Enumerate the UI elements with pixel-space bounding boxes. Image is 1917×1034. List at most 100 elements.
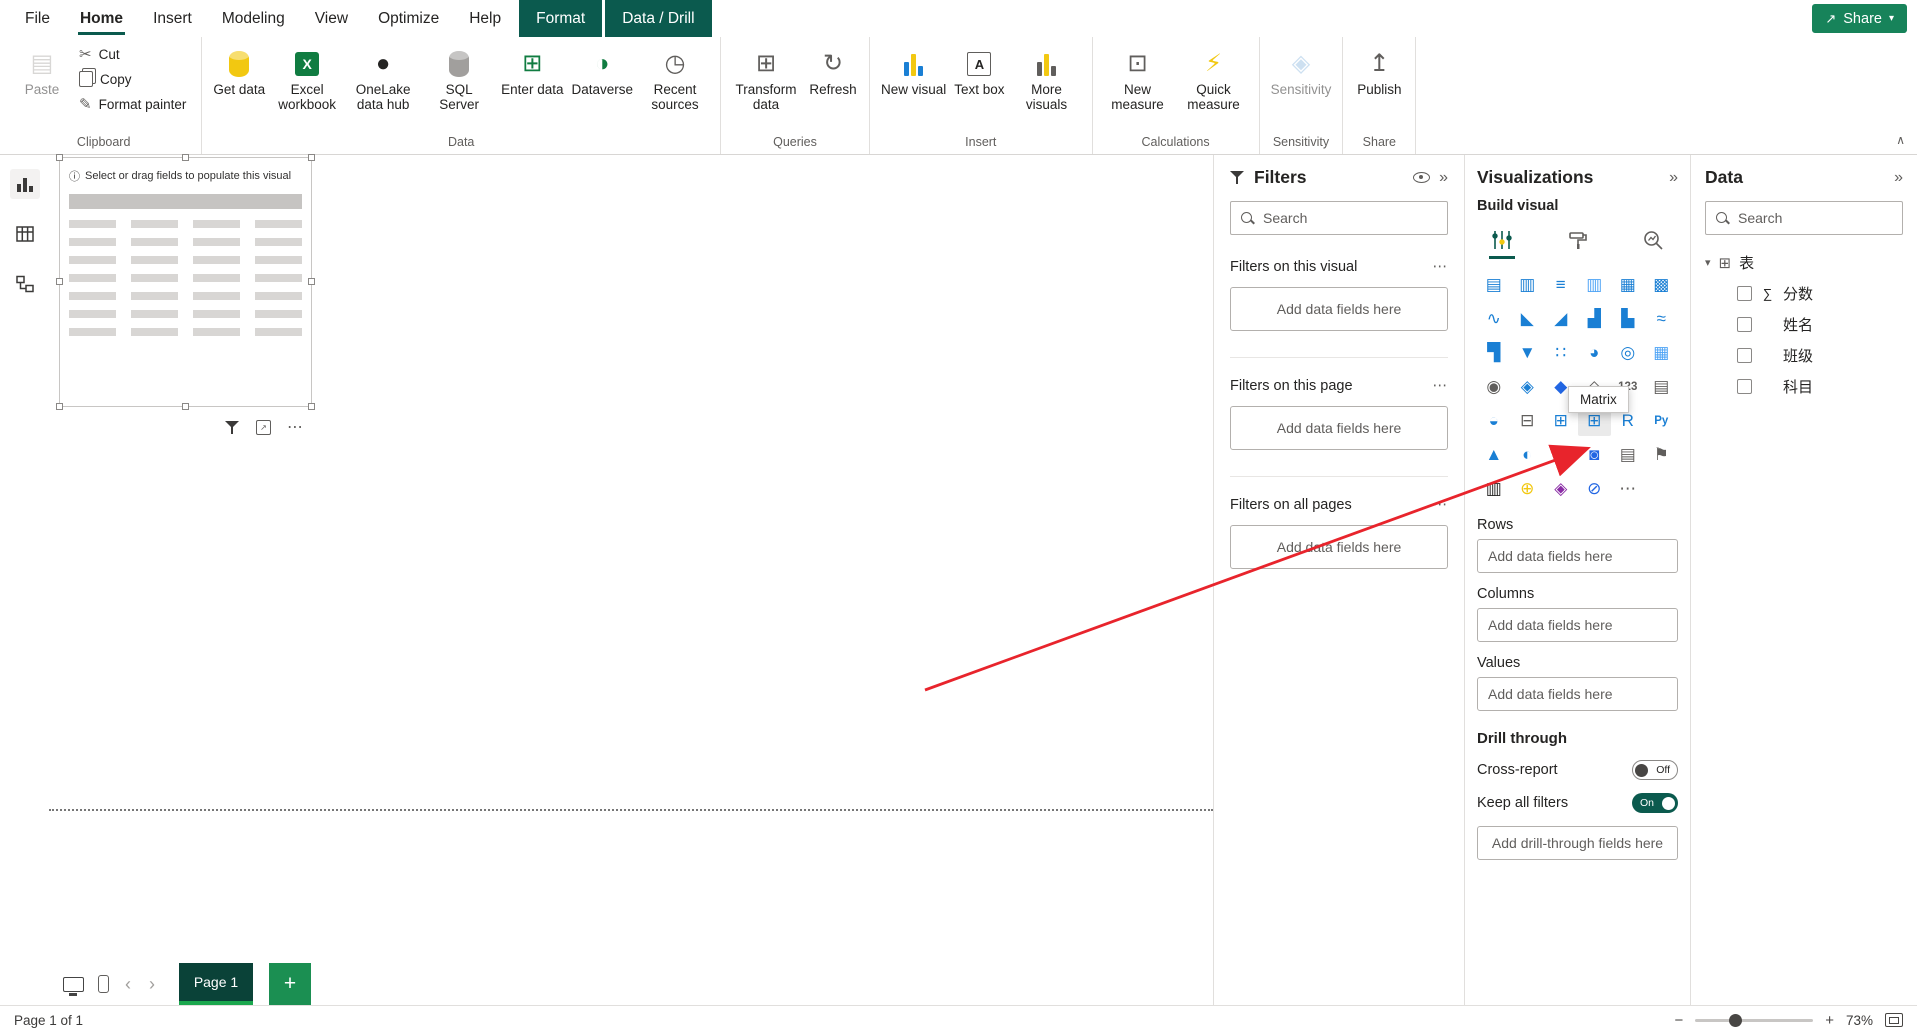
resize-handle-n[interactable] bbox=[181, 154, 189, 161]
stacked-bar-chart-icon[interactable]: ▤ bbox=[1477, 270, 1511, 300]
desktop-view-icon[interactable] bbox=[63, 976, 84, 996]
clustered-bar-chart-icon[interactable]: ≡ bbox=[1544, 270, 1578, 300]
excel-workbook-button[interactable]: X Excel workbook bbox=[270, 41, 344, 114]
line-and-clustered-column-chart-icon[interactable]: ▙ bbox=[1611, 304, 1645, 334]
clustered-column-chart-icon[interactable]: ▥ bbox=[1578, 270, 1612, 300]
data-search-input[interactable]: Search bbox=[1705, 201, 1903, 235]
field-row-1[interactable]: 姓名 bbox=[1705, 314, 1903, 335]
format-visual-tab[interactable] bbox=[1561, 223, 1595, 257]
more-options-icon[interactable]: ⋯ bbox=[1433, 497, 1449, 513]
menu-tab-view[interactable]: View bbox=[300, 0, 363, 37]
more-options-icon[interactable]: ⋯ bbox=[1433, 378, 1449, 394]
ribbon-chart-icon[interactable]: ≈ bbox=[1645, 304, 1679, 334]
treemap-icon[interactable]: ▦ bbox=[1645, 338, 1679, 368]
quick-measure-button[interactable]: ⚡ Quick measure bbox=[1177, 41, 1251, 114]
eye-icon[interactable] bbox=[1413, 172, 1431, 183]
paginated-report-icon[interactable]: ▥ bbox=[1477, 474, 1511, 504]
resize-handle-se[interactable] bbox=[308, 403, 315, 410]
next-page-icon[interactable]: › bbox=[147, 974, 157, 995]
collapse-ribbon-icon[interactable]: ∧ bbox=[1896, 133, 1905, 147]
refresh-button[interactable]: ↻ Refresh bbox=[805, 41, 861, 99]
smart-narrative-icon[interactable]: ▤ bbox=[1611, 440, 1645, 470]
filter-drop-area[interactable]: Add data fields here bbox=[1230, 287, 1448, 331]
table-view-button[interactable] bbox=[10, 219, 40, 249]
menu-tab-insert[interactable]: Insert bbox=[138, 0, 207, 37]
area-chart-icon[interactable]: ◣ bbox=[1511, 304, 1545, 334]
power-apps-icon[interactable]: ◈ bbox=[1544, 474, 1578, 504]
visual-filter-icon[interactable] bbox=[225, 420, 240, 434]
share-button[interactable]: ↗ Share ▾ bbox=[1812, 4, 1907, 33]
format-painter-button[interactable]: ✎ Format painter bbox=[72, 93, 193, 115]
slicer-icon[interactable]: ⊟ bbox=[1511, 406, 1545, 436]
well-rows[interactable]: Add data fields here bbox=[1477, 539, 1678, 573]
waterfall-chart-icon[interactable]: ▜ bbox=[1477, 338, 1511, 368]
cut-button[interactable]: ✂ Cut bbox=[72, 43, 193, 65]
recent-sources-button[interactable]: ◷ Recent sources bbox=[638, 41, 712, 114]
get-more-visuals-icon[interactable]: ⋯ bbox=[1611, 474, 1645, 504]
menu-tab-home[interactable]: Home bbox=[65, 0, 138, 37]
page-tab[interactable]: Page 1 bbox=[179, 963, 253, 1005]
collapse-visualizations-pane-icon[interactable]: » bbox=[1669, 169, 1678, 187]
q-and-a-icon[interactable]: ◙ bbox=[1578, 440, 1612, 470]
fit-to-page-icon[interactable] bbox=[1885, 1013, 1903, 1027]
dataverse-button[interactable]: ◑ Dataverse bbox=[568, 41, 636, 99]
table-tree-item[interactable]: ▾ ⊞ 表 bbox=[1705, 252, 1903, 273]
funnel-chart-icon[interactable]: ▼ bbox=[1511, 338, 1545, 368]
resize-handle-s[interactable] bbox=[181, 403, 189, 410]
copy-button[interactable]: Copy bbox=[72, 68, 193, 90]
collapse-filters-pane-icon[interactable]: » bbox=[1439, 169, 1448, 187]
model-view-button[interactable] bbox=[10, 269, 40, 299]
publish-button[interactable]: ↥ Publish bbox=[1351, 41, 1407, 99]
filter-drop-area[interactable]: Add data fields here bbox=[1230, 406, 1448, 450]
zoom-slider[interactable] bbox=[1695, 1013, 1814, 1027]
field-row-2[interactable]: 班级 bbox=[1705, 345, 1903, 366]
resize-handle-w[interactable] bbox=[56, 278, 63, 285]
text-box-button[interactable]: A Text box bbox=[951, 41, 1007, 99]
python-visual-icon[interactable]: Py bbox=[1645, 406, 1679, 436]
field-row-0[interactable]: ∑ 分数 bbox=[1705, 283, 1903, 304]
get-data-button[interactable]: Get data bbox=[210, 41, 268, 99]
well-values[interactable]: Add data fields here bbox=[1477, 677, 1678, 711]
multi-row-card-icon[interactable]: ▤ bbox=[1645, 372, 1679, 402]
enter-data-button[interactable]: ⊞ Enter data bbox=[498, 41, 566, 99]
zoom-slider-handle[interactable] bbox=[1729, 1013, 1743, 1027]
collapse-data-pane-icon[interactable]: » bbox=[1894, 169, 1903, 187]
scatter-chart-icon[interactable]: ∷ bbox=[1544, 338, 1578, 368]
menu-tab-data-drill[interactable]: Data / Drill bbox=[605, 0, 712, 37]
menu-tab-help[interactable]: Help bbox=[454, 0, 516, 37]
drill-through-well[interactable]: Add drill-through fields here bbox=[1477, 826, 1678, 860]
field-checkbox[interactable] bbox=[1737, 286, 1752, 301]
new-page-button[interactable]: + bbox=[269, 963, 311, 1005]
filter-drop-area[interactable]: Add data fields here bbox=[1230, 525, 1448, 569]
previous-page-icon[interactable]: ‹ bbox=[123, 974, 133, 995]
menu-tab-modeling[interactable]: Modeling bbox=[207, 0, 300, 37]
new-visual-button[interactable]: New visual bbox=[878, 41, 949, 99]
metrics-icon[interactable]: ⚑ bbox=[1645, 440, 1679, 470]
donut-chart-icon[interactable]: ◎ bbox=[1611, 338, 1645, 368]
visual-placeholder[interactable]: ⓘ Select or drag fields to populate this… bbox=[56, 154, 315, 410]
new-measure-button[interactable]: ⊡ New measure bbox=[1101, 41, 1175, 114]
more-options-icon[interactable]: ⋯ bbox=[287, 417, 305, 437]
field-checkbox[interactable] bbox=[1737, 379, 1752, 394]
field-row-3[interactable]: 科目 bbox=[1705, 376, 1903, 397]
toggle-keep-all-filters[interactable]: On bbox=[1632, 793, 1678, 813]
report-view-button[interactable] bbox=[9, 169, 40, 199]
decomposition-tree-icon[interactable]: ∴ bbox=[1544, 440, 1578, 470]
resize-handle-e[interactable] bbox=[308, 278, 315, 285]
menu-tab-file[interactable]: File bbox=[10, 0, 65, 37]
power-automate-icon[interactable]: ⊘ bbox=[1578, 474, 1612, 504]
stacked-column-chart-icon[interactable]: ▥ bbox=[1511, 270, 1545, 300]
100-stacked-bar-chart-icon[interactable]: ▦ bbox=[1611, 270, 1645, 300]
arcgis-map-icon[interactable]: ⊕ bbox=[1511, 474, 1545, 504]
key-influencers-icon[interactable]: ◐ bbox=[1511, 440, 1545, 470]
resize-handle-nw[interactable] bbox=[56, 154, 63, 161]
more-options-icon[interactable]: ⋯ bbox=[1433, 259, 1449, 275]
kpi-icon[interactable]: ▲ bbox=[1477, 440, 1511, 470]
zoom-out-icon[interactable]: − bbox=[1674, 1012, 1683, 1029]
well-columns[interactable]: Add data fields here bbox=[1477, 608, 1678, 642]
onelake-data-hub-button[interactable]: ● OneLake data hub bbox=[346, 41, 420, 114]
more-visuals-button[interactable]: More visuals bbox=[1010, 41, 1084, 114]
resize-handle-ne[interactable] bbox=[308, 154, 315, 161]
stacked-area-chart-icon[interactable]: ◢ bbox=[1544, 304, 1578, 334]
line-chart-icon[interactable]: ∿ bbox=[1477, 304, 1511, 334]
